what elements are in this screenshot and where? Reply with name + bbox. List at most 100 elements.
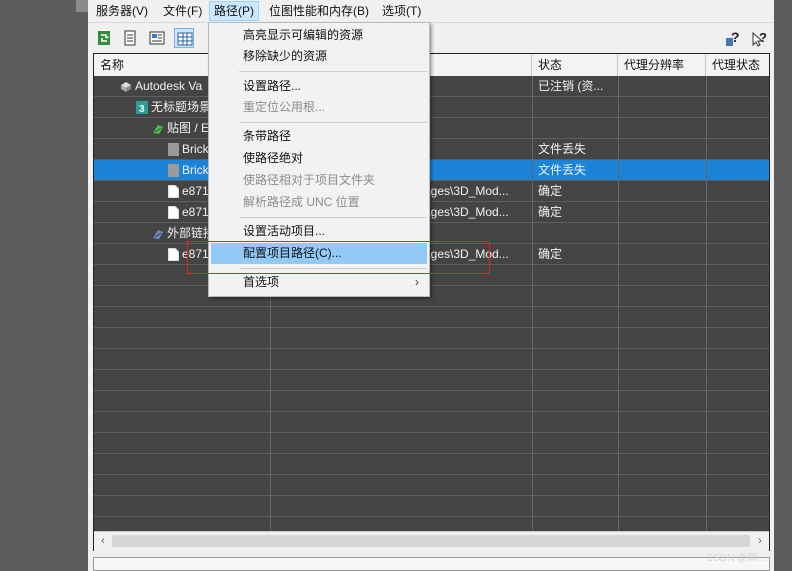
red-highlight-box bbox=[187, 241, 490, 274]
help-icon: ? bbox=[726, 30, 740, 46]
asset-name: Brick bbox=[182, 163, 209, 177]
missing-file-icon bbox=[168, 164, 179, 178]
asset-status: 确定 bbox=[538, 247, 563, 261]
column-header-proxy-status[interactable]: 代理状态 bbox=[706, 54, 769, 76]
status-field[interactable] bbox=[93, 557, 770, 571]
empty-row bbox=[94, 286, 769, 307]
asset-status: 文件丢失 bbox=[538, 163, 587, 177]
empty-row bbox=[94, 307, 769, 328]
menu-item-highlight-editable[interactable]: 高亮显示可编辑的资源 bbox=[211, 25, 427, 46]
menu-item-remove-missing[interactable]: 移除缺少的资源 bbox=[211, 46, 427, 67]
menu-item-preferences-label: 首选项 bbox=[243, 275, 280, 289]
svg-text:3: 3 bbox=[139, 104, 145, 114]
column-divider bbox=[618, 76, 619, 531]
menu-options[interactable]: 选项(T) bbox=[378, 2, 425, 20]
table-row[interactable]: Autodesk Va 已注销 (资... bbox=[94, 76, 769, 97]
empty-row bbox=[94, 328, 769, 349]
asset-tracking-window: 服务器(V) 文件(F) 路径(P) 位图性能和内存(B) 选项(T) ? ? … bbox=[88, 0, 774, 571]
asset-name: Brick bbox=[182, 142, 209, 156]
menu-file[interactable]: 文件(F) bbox=[159, 2, 206, 20]
table-header: 名称 状态 代理分辨率 代理状态 bbox=[94, 54, 769, 77]
empty-row bbox=[94, 496, 769, 517]
asset-status: 文件丢失 bbox=[538, 142, 587, 156]
asset-path: ages\3D_Mod... bbox=[424, 184, 509, 198]
list-view-button[interactable] bbox=[120, 28, 140, 48]
menu-item-set-active-project[interactable]: 设置活动项目... bbox=[211, 221, 427, 242]
menu-item-resolve-unc: 解析路径成 UNC 位置 bbox=[243, 195, 360, 209]
column-divider bbox=[706, 76, 707, 531]
asset-status: 确定 bbox=[538, 184, 563, 198]
table-row[interactable]: e871 ages\3D_Mod... 确定 bbox=[94, 181, 769, 202]
column-divider bbox=[532, 76, 533, 531]
scroll-right-icon[interactable]: › bbox=[753, 534, 767, 548]
svg-text:?: ? bbox=[731, 30, 740, 45]
asset-name: Autodesk Va bbox=[135, 79, 203, 93]
asset-status: 确定 bbox=[538, 205, 563, 219]
empty-row bbox=[94, 433, 769, 454]
menu-item-make-relative: 使路径相对于项目文件夹 bbox=[243, 173, 376, 187]
menu-item-retarget-root: 重定位公用根... bbox=[243, 100, 326, 114]
scrollbar-thumb[interactable] bbox=[112, 535, 750, 547]
menu-server[interactable]: 服务器(V) bbox=[92, 2, 152, 20]
xref-link-icon bbox=[153, 229, 163, 239]
watermark: CSDN @卿... bbox=[706, 553, 766, 564]
asset-table: 名称 状态 代理分辨率 代理状态 Autodesk Va 已注销 (资... 3… bbox=[93, 53, 770, 551]
empty-row bbox=[94, 517, 769, 531]
menu-item-set-path[interactable]: 设置路径... bbox=[211, 76, 427, 97]
asset-name: 无标题场景 bbox=[151, 100, 212, 114]
toolbar: ? ? bbox=[88, 23, 774, 53]
maps-folder-icon bbox=[153, 124, 163, 134]
svg-text:?: ? bbox=[759, 30, 767, 45]
table-row-selected[interactable]: Brick 文件丢失 bbox=[94, 160, 769, 181]
empty-row bbox=[94, 454, 769, 475]
menu-item-make-absolute[interactable]: 使路径绝对 bbox=[211, 148, 427, 169]
column-header-status[interactable]: 状态 bbox=[532, 54, 618, 76]
background-fragment bbox=[76, 0, 88, 12]
empty-row bbox=[94, 349, 769, 370]
table-row[interactable]: 贴图 / E bbox=[94, 118, 769, 139]
help-button[interactable]: ? bbox=[722, 28, 742, 48]
file-icon bbox=[168, 185, 179, 199]
table-row[interactable]: Brick 文件丢失 bbox=[94, 139, 769, 160]
missing-file-icon bbox=[168, 143, 179, 157]
menu-path[interactable]: 路径(P) bbox=[209, 1, 259, 21]
table-icon bbox=[177, 32, 193, 46]
empty-row bbox=[94, 370, 769, 391]
menu-bitmap-performance[interactable]: 位图性能和内存(B) bbox=[265, 2, 373, 20]
thumbnail-view-button[interactable] bbox=[147, 28, 167, 48]
scroll-left-icon[interactable]: ‹ bbox=[96, 534, 110, 548]
empty-row bbox=[94, 412, 769, 433]
table-row[interactable]: 3 无标题场景 bbox=[94, 97, 769, 118]
background-right bbox=[774, 0, 792, 571]
file-icon bbox=[168, 206, 179, 220]
vault-icon bbox=[121, 81, 131, 92]
menu-separator bbox=[239, 122, 427, 123]
3dsmax-scene-icon: 3 bbox=[136, 101, 148, 115]
asset-status bbox=[532, 223, 618, 243]
refresh-button[interactable] bbox=[94, 28, 114, 48]
menu-separator bbox=[239, 71, 427, 72]
empty-row bbox=[94, 391, 769, 412]
empty-row bbox=[94, 475, 769, 496]
background-left bbox=[0, 0, 88, 571]
asset-path: ages\3D_Mod... bbox=[424, 205, 509, 219]
table-body: Autodesk Va 已注销 (资... 3 无标题场景 贴图 / E Bric… bbox=[94, 76, 769, 531]
refresh-icon bbox=[98, 31, 110, 45]
asset-name: 贴图 / E bbox=[167, 121, 210, 135]
table-row[interactable]: e871 ages\3D_Mod... 确定 bbox=[94, 202, 769, 223]
menu-item-strip-path[interactable]: 条带路径 bbox=[211, 126, 427, 147]
file-icon bbox=[168, 248, 179, 262]
menu-item-preferences[interactable]: 首选项 › bbox=[211, 272, 427, 293]
context-help-button[interactable]: ? bbox=[748, 28, 768, 48]
column-header-proxy-resolution[interactable]: 代理分辨率 bbox=[618, 54, 706, 76]
list-icon bbox=[124, 30, 136, 46]
asset-status bbox=[532, 118, 618, 138]
table-view-button[interactable] bbox=[174, 28, 194, 48]
menu-bar: 服务器(V) 文件(F) 路径(P) 位图性能和内存(B) 选项(T) bbox=[88, 0, 774, 23]
asset-name: e871 bbox=[182, 205, 209, 219]
asset-status bbox=[532, 97, 618, 117]
asset-status: 已注销 (资... bbox=[538, 79, 604, 93]
submenu-arrow-icon: › bbox=[415, 275, 419, 289]
menu-separator bbox=[239, 217, 427, 218]
horizontal-scrollbar[interactable]: ‹ › bbox=[94, 531, 769, 551]
